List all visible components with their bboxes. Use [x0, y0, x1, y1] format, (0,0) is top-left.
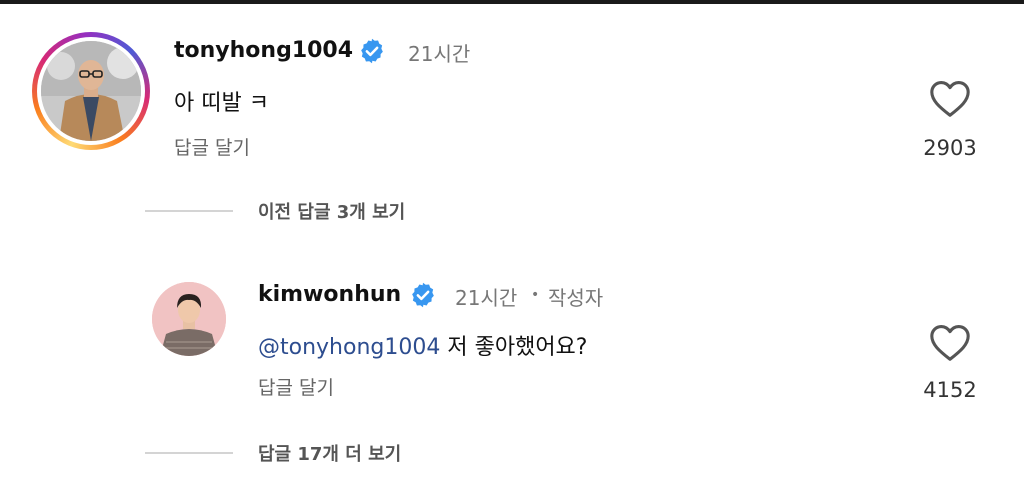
comment-body: 저 좋아했어요? [447, 335, 588, 360]
comment-text: 아 띠발 ㅋ [174, 91, 269, 116]
username[interactable]: tonyhong1004 [174, 38, 353, 63]
view-more-replies-button[interactable]: 답글 17개 더 보기 [258, 440, 401, 466]
comment-text: @tonyhong1004 저 좋아했어요? [258, 329, 587, 361]
mention-link[interactable]: @tonyhong1004 [258, 335, 440, 360]
like-count: 2903 [923, 136, 977, 160]
threads-at-icon: @ [258, 335, 280, 360]
replies-divider [145, 452, 233, 454]
top-border [0, 0, 1024, 4]
separator-dot: • [531, 287, 540, 303]
replies-divider [145, 210, 233, 212]
comment-time: 21시간 [408, 42, 471, 66]
heart-icon[interactable] [928, 78, 972, 118]
like-count: 4152 [923, 378, 977, 402]
view-previous-replies-button[interactable]: 이전 답글 3개 보기 [258, 198, 405, 224]
avatar[interactable] [152, 282, 226, 356]
author-badge: 작성자 [548, 286, 604, 310]
reply-button[interactable]: 답글 달기 [174, 133, 250, 160]
reply-button[interactable]: 답글 달기 [258, 373, 334, 400]
avatar[interactable] [41, 41, 141, 141]
comment-time: 21시간 [455, 286, 518, 310]
username[interactable]: kimwonhun [258, 282, 401, 307]
verified-badge-icon [412, 282, 434, 308]
verified-badge-icon [361, 38, 383, 64]
heart-icon[interactable] [928, 322, 972, 362]
